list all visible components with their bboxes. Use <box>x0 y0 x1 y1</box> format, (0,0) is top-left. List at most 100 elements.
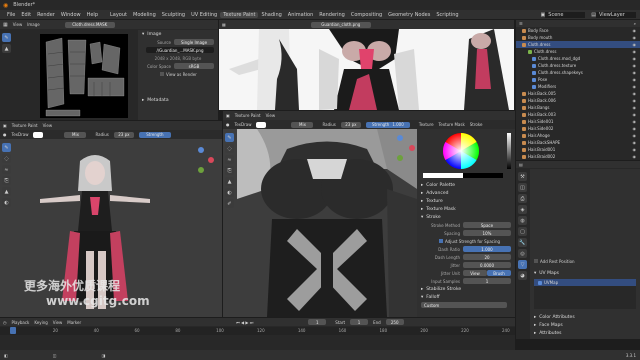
falloff-preset-select[interactable]: Custom <box>421 302 507 308</box>
tab-modeling[interactable]: Modeling <box>130 12 159 18</box>
outliner-item[interactable]: Hair.Side002 ◉ <box>516 125 640 132</box>
menu-texture-mask[interactable]: Texture Mask <box>439 122 465 127</box>
material-tab-icon[interactable]: ◕ <box>518 271 527 280</box>
render-tab-icon[interactable]: ◫ <box>518 183 527 192</box>
modifier-tab-icon[interactable]: 🔧 <box>518 238 527 247</box>
main-nav-gizmo[interactable] <box>383 133 417 163</box>
viewport-main-type-icon[interactable]: ▣ <box>226 113 230 118</box>
fill-tool-icon-2[interactable]: ▲ <box>2 187 11 196</box>
color-space-select[interactable]: sRGB <box>174 63 214 69</box>
soften-tool-icon[interactable]: ◌ <box>2 154 11 163</box>
visibility-eye-icon[interactable]: ◉ <box>633 35 637 40</box>
play-controls[interactable]: ⏮ ◀ ▶ ⏭ <box>236 320 253 325</box>
main-smear-tool-icon[interactable]: ≈ <box>225 155 234 164</box>
clone-tool-icon[interactable]: ⎘ <box>2 176 11 185</box>
main-soften-tool-icon[interactable]: ◌ <box>225 144 234 153</box>
menu-view[interactable]: View <box>13 22 23 27</box>
uv-mask-canvas[interactable] <box>40 34 128 118</box>
tab-layout[interactable]: Layout <box>107 12 130 18</box>
value-slider[interactable] <box>507 133 511 169</box>
spacing-field[interactable]: 10% <box>463 230 511 236</box>
brush-name[interactable]: TexDraw <box>12 132 29 137</box>
main-strength-field[interactable]: Strength 1.000 <box>365 121 410 128</box>
falloff-section[interactable]: ▾ Falloff <box>417 293 515 301</box>
blend-mode-select[interactable]: Mix <box>64 131 87 138</box>
annotate-tool-icon[interactable]: ✐ <box>225 199 234 208</box>
end-frame-field[interactable]: 250 <box>385 319 404 325</box>
color-wheel[interactable] <box>441 131 481 171</box>
tab-shading[interactable]: Shading <box>258 12 284 18</box>
draw-tool-icon[interactable]: ✎ <box>2 143 11 152</box>
main-radius-field[interactable]: 23 px <box>340 121 361 128</box>
menu-keying[interactable]: Keying <box>34 320 47 325</box>
radius-field[interactable]: 23 px <box>113 131 134 138</box>
viewport-left-type-icon[interactable]: ▣ <box>3 123 7 128</box>
main-draw-tool-icon[interactable]: ✎ <box>225 133 234 142</box>
outliner-item[interactable]: Hair.Braid001 ◉ <box>516 146 640 153</box>
view-as-render-row[interactable]: View as Render <box>138 70 218 78</box>
tab-compositing[interactable]: Compositing <box>348 12 385 18</box>
outliner-item[interactable]: Body mouth ◉ <box>516 34 640 41</box>
jitter-unit-brush[interactable]: Brush <box>487 270 511 276</box>
tab-texture-paint[interactable]: Texture Paint <box>220 11 259 18</box>
scene-tab-icon[interactable]: ◈ <box>518 205 527 214</box>
tab-sculpting[interactable]: Sculpting <box>159 12 188 18</box>
visibility-eye-icon[interactable]: ◉ <box>633 84 637 89</box>
visibility-eye-icon[interactable]: ◉ <box>633 140 637 145</box>
editor-type-icon[interactable]: ▦ <box>3 22 8 28</box>
menu-playback[interactable]: Playback <box>12 320 30 325</box>
dash-ratio-field[interactable]: 1.000 <box>463 246 511 252</box>
visibility-eye-icon[interactable]: ◉ <box>633 147 637 152</box>
properties-type-icon[interactable]: ▤ <box>519 162 523 167</box>
timeline-ruler[interactable]: 020406080100120140160180200220240 <box>0 327 515 335</box>
menu-file[interactable]: File <box>4 12 18 18</box>
paint-brush-tool-icon[interactable]: ✎ <box>2 33 11 42</box>
color-palette-section[interactable]: ▸ Color Palette <box>417 181 515 189</box>
outliner-item[interactable]: Cloth.dress.mod_dgd ◉ <box>516 55 640 62</box>
tab-rendering[interactable]: Rendering <box>316 12 348 18</box>
color-attributes-section[interactable]: ▸ Color Attributes <box>530 313 640 321</box>
adjust-strength-row[interactable]: Adjust Strength for Spacing <box>417 237 515 245</box>
start-frame-field[interactable]: 1 <box>350 319 369 325</box>
menu-marker[interactable]: Marker <box>67 320 81 325</box>
tool-tab-icon[interactable]: ⚒ <box>518 172 527 181</box>
tab-scripting[interactable]: Scripting <box>433 12 461 18</box>
data-tab-icon[interactable]: ▽ <box>518 260 527 269</box>
outliner-item[interactable]: Hair.BackSHAPE ◉ <box>516 139 640 146</box>
outliner-item[interactable]: Cloth.dress.shapekeys ◉ <box>516 69 640 76</box>
outliner-item[interactable]: Body Face ◉ <box>516 27 640 34</box>
viewport-left-mode[interactable]: Texture Paint <box>12 123 38 128</box>
menu-help[interactable]: Help <box>84 12 101 18</box>
stroke-section[interactable]: ▾ Stroke <box>417 213 515 221</box>
scene-name[interactable]: Scene <box>545 11 586 18</box>
timeline-type-icon[interactable]: ◷ <box>3 320 7 325</box>
main-fill-tool-icon[interactable]: ▲ <box>225 177 234 186</box>
texture-mask-section[interactable]: ▸ Texture Mask <box>417 205 515 213</box>
main-blend-mode-select[interactable]: Mix <box>291 121 314 128</box>
uv-maps-section[interactable]: ▾ UV Maps <box>530 269 640 277</box>
filepath-field[interactable]: //Guardian_...MASK.png <box>146 47 214 53</box>
stroke-method-select[interactable]: Space <box>463 222 511 228</box>
color-swatches[interactable] <box>423 173 503 178</box>
outliner-item[interactable]: Hair.Ahoge ◉ <box>516 132 640 139</box>
image-browse-icon[interactable]: ▦ <box>222 22 226 27</box>
outliner-item[interactable]: Hair.Back.005 ◉ <box>516 90 640 97</box>
dash-length-field[interactable]: 20 <box>463 254 511 260</box>
outliner-item[interactable]: Cloth.dress ◉ <box>516 48 640 55</box>
menu-edit[interactable]: Edit <box>18 12 34 18</box>
fill-tool-icon[interactable]: ▲ <box>2 44 11 53</box>
menu-texture[interactable]: Texture <box>419 122 434 127</box>
main-mask-tool-icon[interactable]: ◐ <box>225 188 234 197</box>
main-brush-name[interactable]: TexDraw <box>235 122 252 127</box>
visibility-eye-icon[interactable]: ◉ <box>633 91 637 96</box>
output-tab-icon[interactable]: ⎙ <box>518 194 527 203</box>
visibility-eye-icon[interactable]: ◉ <box>633 49 637 54</box>
tab-geometry-nodes[interactable]: Geometry Nodes <box>385 12 433 18</box>
visibility-eye-icon[interactable]: ◉ <box>633 56 637 61</box>
outliner-item[interactable]: Cloth.dress.texture ◉ <box>516 62 640 69</box>
world-tab-icon[interactable]: ◍ <box>518 216 527 225</box>
menu-stroke[interactable]: Stroke <box>470 122 483 127</box>
menu-render[interactable]: Render <box>34 12 58 18</box>
menu-window[interactable]: Window <box>58 12 84 18</box>
reference-image-name[interactable]: Guardian_cloth.png <box>310 21 371 28</box>
